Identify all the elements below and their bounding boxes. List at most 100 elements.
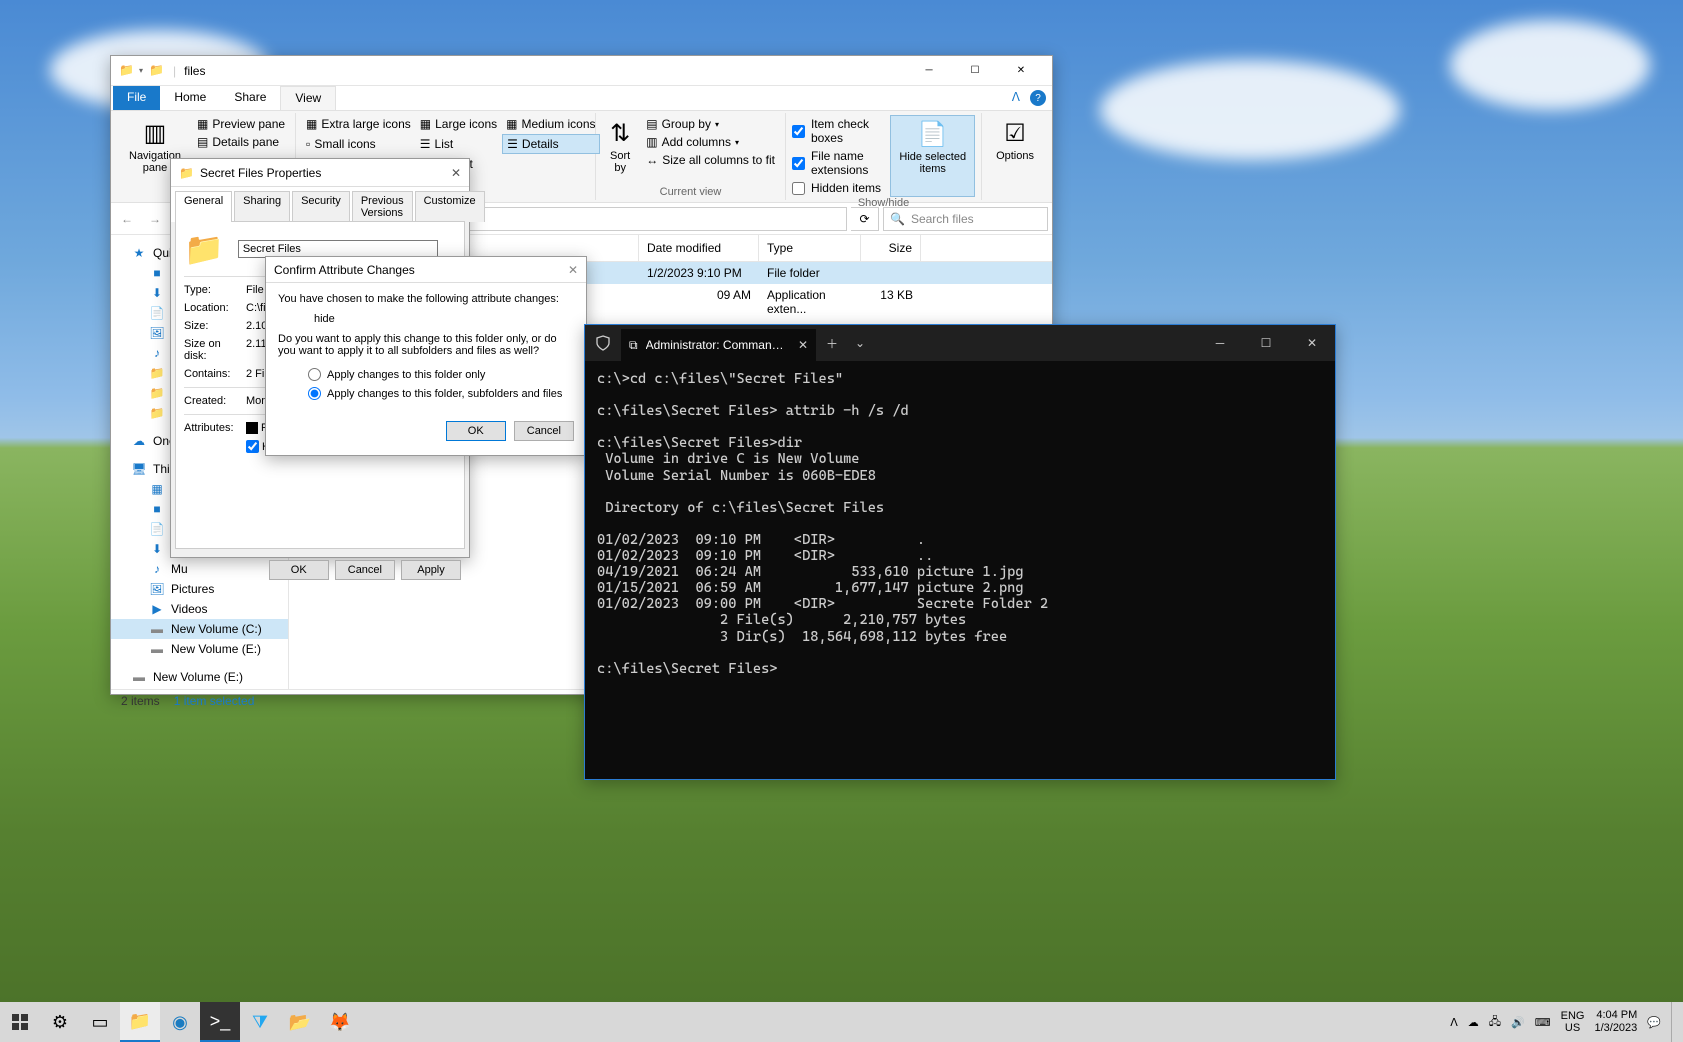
terminal-window: ⧉ Administrator: Command Pro ✕ ＋ ⌄ ─ ☐ ✕… — [584, 324, 1336, 780]
onedrive-tray-icon[interactable]: ☁ — [1468, 1016, 1479, 1029]
confirm-title-text: Confirm Attribute Changes — [274, 263, 415, 277]
network-icon[interactable]: 🖧 — [1489, 1013, 1501, 1032]
col-header-date[interactable]: Date modified — [639, 235, 759, 261]
tray-chevron-icon[interactable]: ᐱ — [1450, 1016, 1458, 1029]
tab-security[interactable]: Security — [292, 191, 350, 222]
details-pane-icon: ▤ — [197, 135, 208, 149]
close-icon[interactable]: ✕ — [451, 166, 461, 180]
layout-md-icons[interactable]: ▦Medium icons — [502, 115, 599, 133]
music-icon: ♪ — [149, 561, 165, 577]
minimize-button[interactable]: ─ — [906, 56, 952, 86]
folder2-icon[interactable]: 📂 — [280, 1002, 320, 1042]
forward-button[interactable]: → — [143, 207, 167, 231]
terminal-taskbar-icon[interactable]: >_ — [200, 1002, 240, 1042]
status-item-count: 2 items — [121, 694, 160, 708]
volume-icon[interactable]: 🔊 — [1511, 1016, 1525, 1029]
layout-xl-icons[interactable]: ▦Extra large icons — [302, 115, 415, 133]
maximize-button[interactable]: ☐ — [952, 56, 998, 86]
refresh-button[interactable]: ⟳ — [851, 207, 879, 231]
folder-icon: 📁 — [179, 166, 194, 180]
window-title: files — [184, 64, 205, 78]
terminal-tab[interactable]: ⧉ Administrator: Command Pro ✕ — [621, 329, 816, 361]
onedrive-icon: ☁ — [131, 433, 147, 449]
sidebar-item-volume-e[interactable]: ▬New Volume (E:) — [111, 639, 288, 659]
properties-tabs: General Sharing Security Previous Versio… — [171, 187, 469, 222]
tab-file[interactable]: File — [113, 86, 160, 110]
qat-down-icon[interactable]: ▾ — [139, 66, 143, 75]
layout-lg-icons[interactable]: ▦Large icons — [416, 115, 501, 133]
tab-general[interactable]: General — [175, 191, 232, 222]
preview-pane-button[interactable]: ▦Preview pane — [193, 115, 289, 133]
folder-icon: 📁 — [184, 230, 224, 268]
cancel-button[interactable]: Cancel — [514, 421, 574, 441]
tab-customize[interactable]: Customize — [415, 191, 485, 222]
size-columns-button[interactable]: ↔Size all columns to fit — [642, 151, 779, 169]
options-button[interactable]: ☑Options — [988, 115, 1042, 166]
back-button[interactable]: ← — [115, 207, 139, 231]
shield-icon — [585, 335, 621, 351]
pc-icon: 🖥 — [131, 461, 147, 477]
keyboard-icon[interactable]: ⌨ — [1535, 1016, 1551, 1029]
file-ext-toggle[interactable]: File name extensions — [792, 147, 886, 179]
sidebar-item-volume-e2[interactable]: ▬New Volume (E:) — [111, 667, 288, 687]
details-pane-button[interactable]: ▤Details pane — [193, 133, 289, 151]
tab-sharing[interactable]: Sharing — [234, 191, 290, 222]
language-indicator[interactable]: ENG US — [1561, 1010, 1585, 1034]
confirm-titlebar[interactable]: Confirm Attribute Changes ✕ — [266, 257, 586, 283]
minimize-button[interactable]: ─ — [1197, 325, 1243, 361]
ok-button[interactable]: OK — [269, 560, 329, 580]
ribbon-collapse-icon[interactable]: ᐱ — [1004, 86, 1028, 110]
hidden-items-toggle[interactable]: Hidden items — [792, 179, 886, 197]
vscode-icon[interactable]: ⧩ — [240, 1002, 280, 1042]
terminal-tabstrip: ⧉ Administrator: Command Pro ✕ ＋ ⌄ ─ ☐ ✕ — [585, 325, 1335, 361]
close-button[interactable]: ✕ — [998, 56, 1044, 86]
apply-button[interactable]: Apply — [401, 560, 461, 580]
terminal-output[interactable]: c:\>cd c:\files\"Secret Files" c:\files\… — [585, 361, 1335, 687]
close-tab-icon[interactable]: ✕ — [798, 338, 808, 352]
group-by-button[interactable]: ▤Group by▾ — [642, 115, 779, 133]
radio-recursive[interactable]: Apply changes to this folder, subfolders… — [278, 384, 574, 403]
item-checkboxes-toggle[interactable]: Item check boxes — [792, 115, 886, 147]
sidebar-item-volume-c[interactable]: ▬New Volume (C:) — [111, 619, 288, 639]
close-icon[interactable]: ✕ — [568, 263, 578, 277]
edge-icon[interactable]: ◉ — [160, 1002, 200, 1042]
tab-dropdown[interactable]: ⌄ — [848, 336, 872, 350]
tab-previous[interactable]: Previous Versions — [352, 191, 413, 222]
hide-selected-button[interactable]: 📄Hide selected items — [890, 115, 975, 197]
sidebar-item[interactable]: ▶Videos — [111, 599, 288, 619]
ribbon-group-label: Current view — [602, 186, 779, 198]
add-columns-button[interactable]: ▥Add columns▾ — [642, 133, 779, 151]
folder-icon: 📁 — [149, 365, 165, 381]
cancel-button[interactable]: Cancel — [335, 560, 395, 580]
clock[interactable]: 4:04 PM 1/3/2023 — [1594, 1009, 1637, 1035]
maximize-button[interactable]: ☐ — [1243, 325, 1289, 361]
star-icon: ★ — [131, 245, 147, 261]
col-header-type[interactable]: Type — [759, 235, 861, 261]
tab-view[interactable]: View — [280, 86, 336, 110]
firefox-icon[interactable]: 🦊 — [320, 1002, 360, 1042]
settings-icon[interactable]: ⚙ — [40, 1002, 80, 1042]
radio-folder-only[interactable]: Apply changes to this folder only — [278, 365, 574, 384]
close-button[interactable]: ✕ — [1289, 325, 1335, 361]
ok-button[interactable]: OK — [446, 421, 506, 441]
properties-titlebar[interactable]: 📁 Secret Files Properties ✕ — [171, 159, 469, 187]
new-tab-button[interactable]: ＋ — [816, 335, 848, 352]
lg-icon: ▦ — [420, 117, 431, 131]
drive-icon: ▬ — [131, 669, 147, 685]
layout-details[interactable]: ☰Details — [502, 134, 599, 154]
show-desktop[interactable] — [1671, 1002, 1677, 1042]
layout-sm-icons[interactable]: ▫Small icons — [302, 134, 415, 154]
tab-share[interactable]: Share — [220, 86, 280, 110]
taskview-icon[interactable]: ▭ — [80, 1002, 120, 1042]
sort-by-button[interactable]: ⇅Sort by — [602, 115, 638, 178]
layout-list[interactable]: ☰List — [416, 134, 501, 154]
col-header-size[interactable]: Size — [861, 235, 921, 261]
tab-home[interactable]: Home — [160, 86, 220, 110]
properties-title: Secret Files Properties — [200, 166, 321, 180]
help-icon[interactable]: ? — [1030, 90, 1046, 106]
search-input[interactable]: 🔍Search files — [883, 207, 1048, 231]
notifications-icon[interactable]: 💬 — [1647, 1016, 1661, 1029]
explorer-titlebar[interactable]: 📁 ▾ 📁 | files ─ ☐ ✕ — [111, 56, 1052, 86]
explorer-taskbar-icon[interactable]: 📁 — [120, 1002, 160, 1042]
start-button[interactable] — [0, 1002, 40, 1042]
